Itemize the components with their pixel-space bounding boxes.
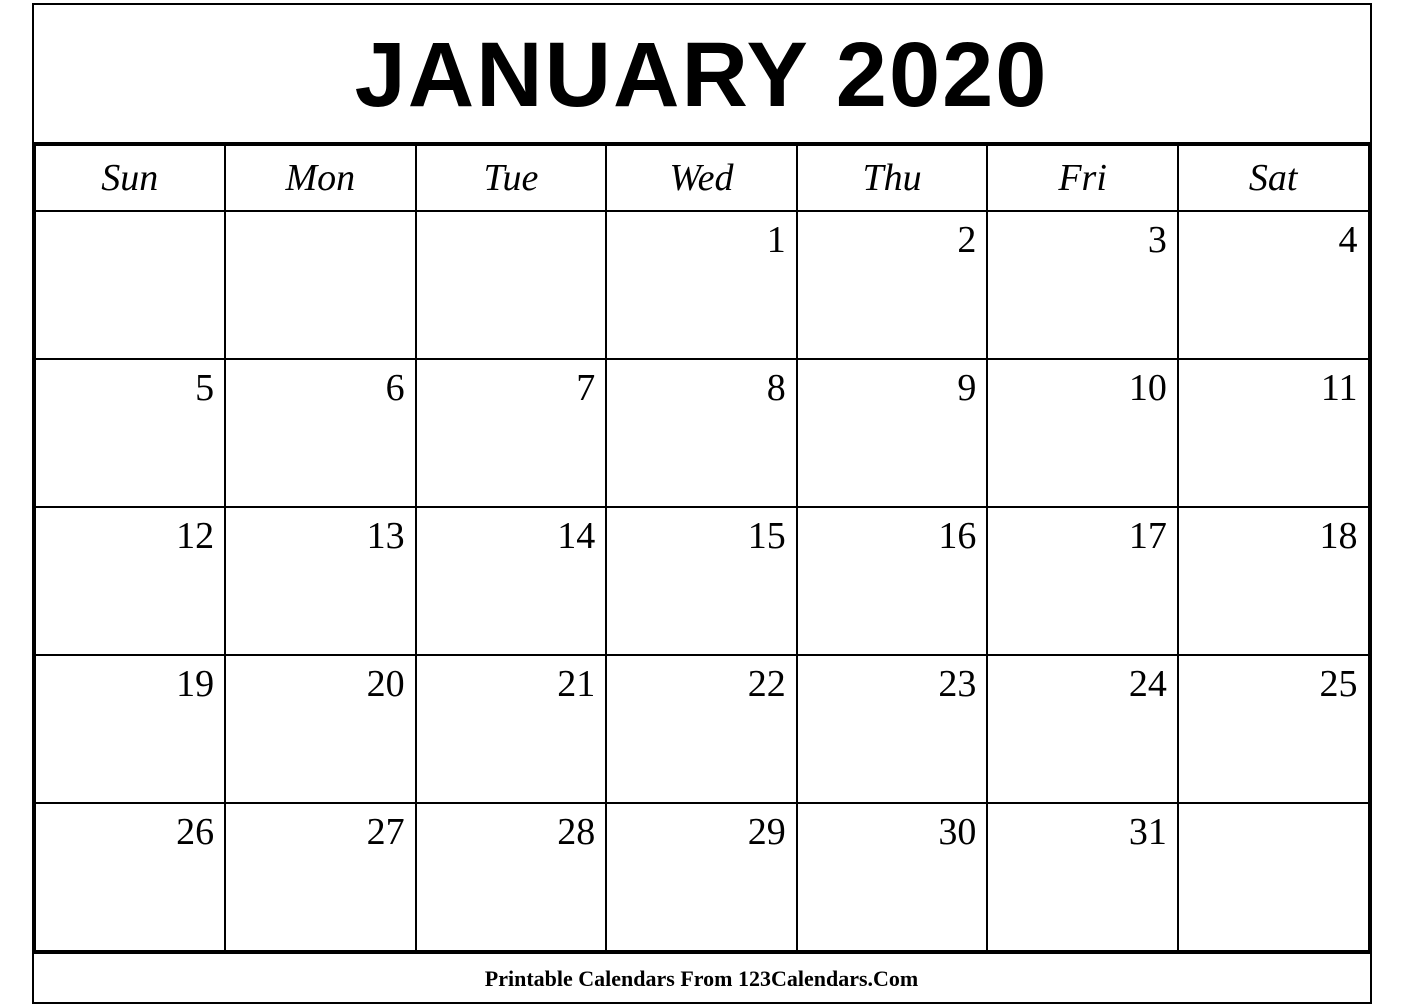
calendar-day-empty (416, 211, 607, 359)
weekday-header-tue: Tue (416, 145, 607, 211)
footer-text: Printable Calendars From (485, 966, 738, 991)
calendar-week-row: 1234 (35, 211, 1369, 359)
footer-brand: 123Calendars.Com (738, 966, 918, 991)
weekday-header-wed: Wed (606, 145, 797, 211)
calendar-day-6: 6 (225, 359, 416, 507)
weekday-header-thu: Thu (797, 145, 988, 211)
calendar-day-8: 8 (606, 359, 797, 507)
calendar-week-row: 567891011 (35, 359, 1369, 507)
calendar-day-29: 29 (606, 803, 797, 951)
calendar-grid: SunMonTueWedThuFriSat 123456789101112131… (34, 144, 1370, 952)
calendar-day-4: 4 (1178, 211, 1369, 359)
weekday-header-sat: Sat (1178, 145, 1369, 211)
calendar-day-15: 15 (606, 507, 797, 655)
weekday-header-sun: Sun (35, 145, 226, 211)
calendar-day-18: 18 (1178, 507, 1369, 655)
calendar-week-row: 262728293031 (35, 803, 1369, 951)
calendar-day-25: 25 (1178, 655, 1369, 803)
calendar-week-row: 19202122232425 (35, 655, 1369, 803)
calendar-day-23: 23 (797, 655, 988, 803)
calendar-day-24: 24 (987, 655, 1178, 803)
calendar-day-12: 12 (35, 507, 226, 655)
calendar-footer: Printable Calendars From 123Calendars.Co… (34, 952, 1370, 1002)
calendar-day-13: 13 (225, 507, 416, 655)
weekday-header-mon: Mon (225, 145, 416, 211)
calendar-day-2: 2 (797, 211, 988, 359)
calendar-day-7: 7 (416, 359, 607, 507)
calendar-container: JANUARY 2020 SunMonTueWedThuFriSat 12345… (32, 3, 1372, 1004)
calendar-day-9: 9 (797, 359, 988, 507)
calendar-day-empty (1178, 803, 1369, 951)
calendar-day-27: 27 (225, 803, 416, 951)
calendar-day-21: 21 (416, 655, 607, 803)
calendar-day-22: 22 (606, 655, 797, 803)
calendar-day-20: 20 (225, 655, 416, 803)
calendar-day-30: 30 (797, 803, 988, 951)
calendar-day-17: 17 (987, 507, 1178, 655)
weekday-header-fri: Fri (987, 145, 1178, 211)
calendar-day-14: 14 (416, 507, 607, 655)
weekday-header-row: SunMonTueWedThuFriSat (35, 145, 1369, 211)
calendar-week-row: 12131415161718 (35, 507, 1369, 655)
calendar-day-28: 28 (416, 803, 607, 951)
calendar-day-3: 3 (987, 211, 1178, 359)
calendar-day-1: 1 (606, 211, 797, 359)
calendar-day-empty (225, 211, 416, 359)
calendar-day-5: 5 (35, 359, 226, 507)
calendar-day-31: 31 (987, 803, 1178, 951)
calendar-day-26: 26 (35, 803, 226, 951)
calendar-day-11: 11 (1178, 359, 1369, 507)
calendar-day-10: 10 (987, 359, 1178, 507)
calendar-day-empty (35, 211, 226, 359)
calendar-day-16: 16 (797, 507, 988, 655)
calendar-day-19: 19 (35, 655, 226, 803)
calendar-title: JANUARY 2020 (34, 5, 1370, 144)
